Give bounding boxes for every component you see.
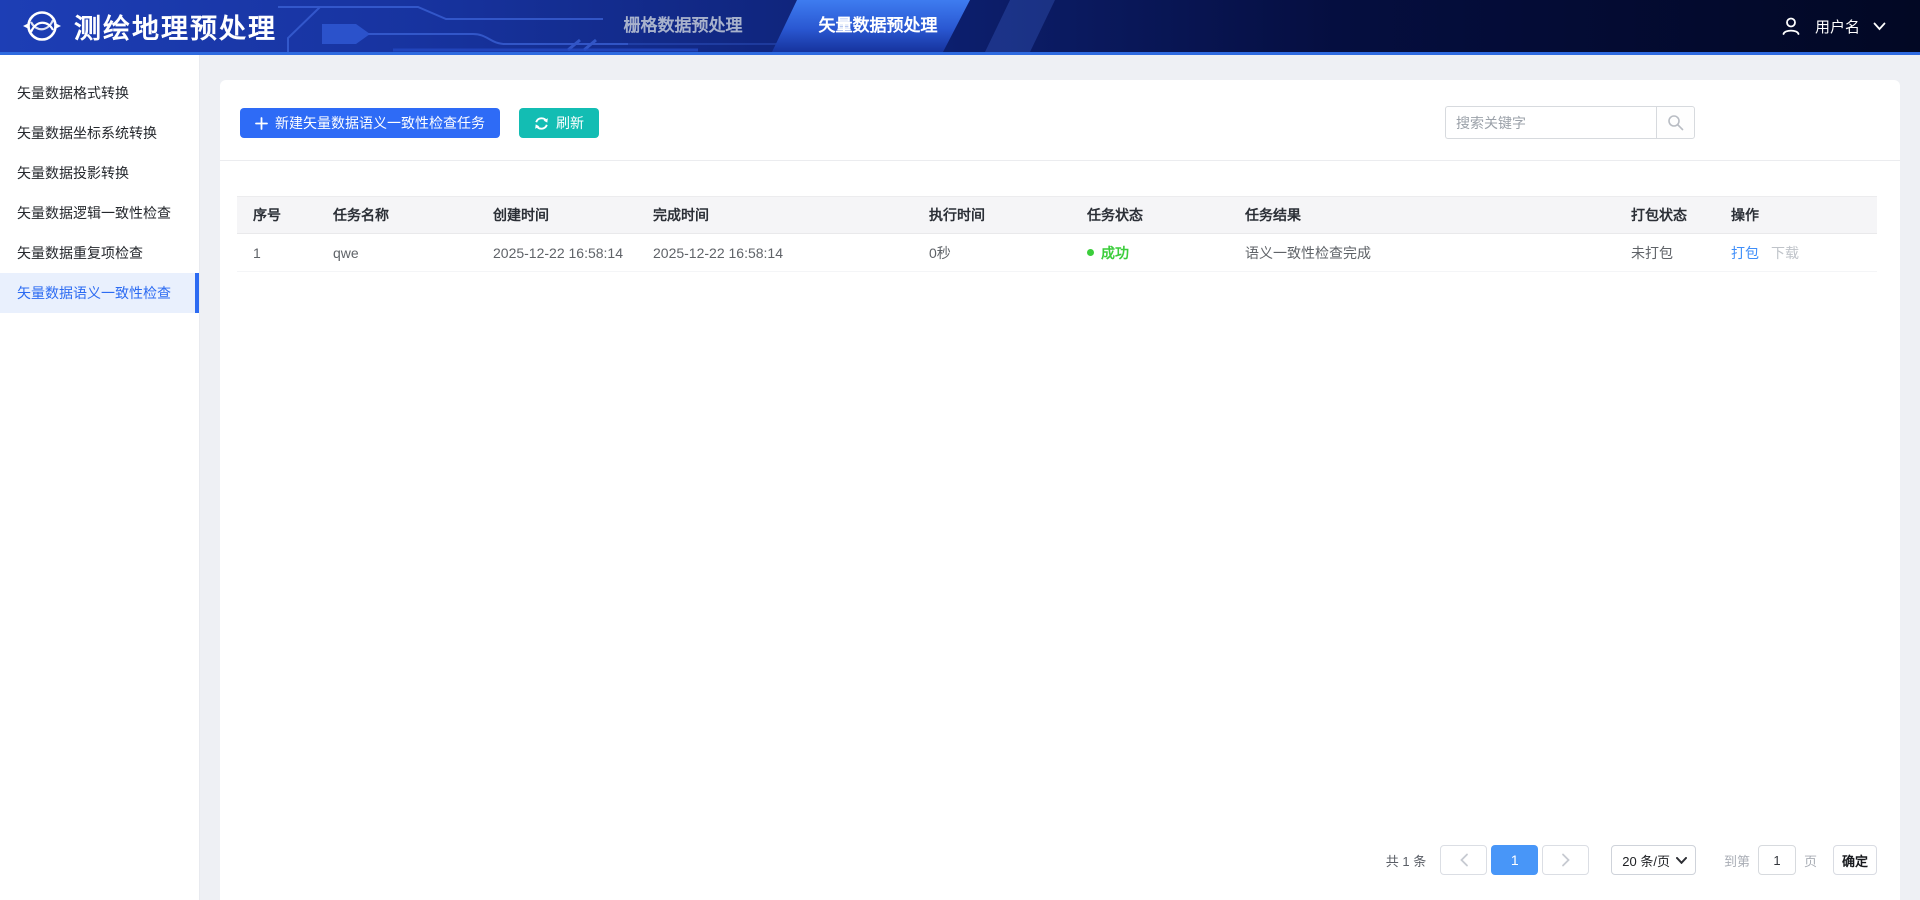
sidebar-item-format-conversion[interactable]: 矢量数据格式转换 bbox=[0, 73, 199, 113]
confirm-button[interactable]: 确定 bbox=[1833, 845, 1877, 875]
chevron-down-icon bbox=[1676, 857, 1687, 864]
chevron-down-icon bbox=[1873, 22, 1886, 31]
tab-vector-preprocessing[interactable]: 矢量数据预处理 bbox=[772, 0, 972, 52]
sidebar-item-coordinate-system-conversion[interactable]: 矢量数据坐标系统转换 bbox=[0, 113, 199, 153]
new-task-button[interactable]: 新建矢量数据语义一致性检查任务 bbox=[240, 108, 500, 138]
status-badge: 成功 bbox=[1101, 243, 1129, 263]
goto-prefix-label: 到第 bbox=[1724, 851, 1750, 870]
package-link[interactable]: 打包 bbox=[1731, 245, 1759, 261]
pagination: 共 1 条 1 20 条/页 到第 页 确定 bbox=[1386, 845, 1877, 875]
new-task-label: 新建矢量数据语义一致性检查任务 bbox=[275, 113, 485, 133]
plus-icon bbox=[255, 117, 268, 130]
cell-created-time: 2025-12-22 16:58:14 bbox=[477, 234, 637, 272]
pagination-prev-button[interactable] bbox=[1440, 845, 1487, 875]
refresh-button[interactable]: 刷新 bbox=[519, 108, 599, 138]
cell-task-name: qwe bbox=[317, 234, 477, 272]
col-index: 序号 bbox=[237, 197, 317, 234]
cell-index: 1 bbox=[237, 234, 317, 272]
search-button[interactable] bbox=[1656, 106, 1695, 139]
refresh-label: 刷新 bbox=[556, 113, 584, 133]
col-duration: 执行时间 bbox=[913, 197, 1071, 234]
tab-raster-preprocessing[interactable]: 栅格数据预处理 bbox=[593, 0, 773, 52]
refresh-icon bbox=[534, 116, 549, 131]
col-task-name: 任务名称 bbox=[317, 197, 477, 234]
pagination-total: 共 1 条 bbox=[1386, 851, 1426, 870]
col-package-state: 打包状态 bbox=[1615, 197, 1715, 234]
user-name: 用户名 bbox=[1815, 16, 1860, 37]
chevron-left-icon bbox=[1459, 853, 1469, 867]
cell-duration: 0秒 bbox=[913, 234, 1071, 272]
goto-suffix-label: 页 bbox=[1804, 851, 1817, 870]
pagination-page-1[interactable]: 1 bbox=[1491, 845, 1538, 875]
pagination-next-button[interactable] bbox=[1542, 845, 1589, 875]
cell-status: 成功 bbox=[1071, 234, 1229, 272]
search-icon bbox=[1667, 114, 1684, 131]
sidebar-nav: 矢量数据格式转换 矢量数据坐标系统转换 矢量数据投影转换 矢量数据逻辑一致性检查… bbox=[0, 55, 200, 900]
sidebar-item-duplicate-check[interactable]: 矢量数据重复项检查 bbox=[0, 233, 199, 273]
task-table-wrap: 序号 任务名称 创建时间 完成时间 执行时间 任务状态 任务结果 打包状态 操作… bbox=[237, 196, 1877, 272]
toolbar-divider bbox=[220, 160, 1900, 161]
search-input[interactable] bbox=[1445, 106, 1656, 139]
table-row: 1 qwe 2025-12-22 16:58:14 2025-12-22 16:… bbox=[237, 234, 1877, 272]
main-panel: 新建矢量数据语义一致性检查任务 刷新 bbox=[220, 80, 1900, 900]
globe-orbit-logo-icon bbox=[22, 6, 62, 46]
cell-actions: 打包下载 bbox=[1715, 234, 1877, 272]
cell-package-state: 未打包 bbox=[1615, 234, 1715, 272]
goto-page-input[interactable] bbox=[1758, 845, 1796, 875]
sidebar-item-projection-conversion[interactable]: 矢量数据投影转换 bbox=[0, 153, 199, 193]
user-menu[interactable]: 用户名 bbox=[1780, 0, 1886, 52]
sidebar-item-semantic-consistency-check[interactable]: 矢量数据语义一致性检查 bbox=[0, 273, 199, 313]
col-result: 任务结果 bbox=[1229, 197, 1615, 234]
table-header-row: 序号 任务名称 创建时间 完成时间 执行时间 任务状态 任务结果 打包状态 操作 bbox=[237, 197, 1877, 234]
page-size-label: 20 条/页 bbox=[1622, 851, 1670, 870]
col-status: 任务状态 bbox=[1071, 197, 1229, 234]
cell-finished-time: 2025-12-22 16:58:14 bbox=[637, 234, 913, 272]
cell-result: 语义一致性检查完成 bbox=[1229, 234, 1615, 272]
chevron-right-icon bbox=[1561, 853, 1571, 867]
task-table: 序号 任务名称 创建时间 完成时间 执行时间 任务状态 任务结果 打包状态 操作… bbox=[237, 196, 1877, 272]
col-finished-time: 完成时间 bbox=[637, 197, 913, 234]
top-header: 测绘地理预处理 栅格数据预处理 矢量数据预处理 用户名 bbox=[0, 0, 1920, 55]
page-size-select[interactable]: 20 条/页 bbox=[1611, 845, 1696, 875]
download-link[interactable]: 下载 bbox=[1771, 245, 1799, 261]
toolbar: 新建矢量数据语义一致性检查任务 刷新 bbox=[240, 108, 599, 138]
col-created-time: 创建时间 bbox=[477, 197, 637, 234]
tab-side-stripe bbox=[985, 0, 1055, 52]
person-icon bbox=[1780, 15, 1802, 37]
status-success-dot bbox=[1087, 249, 1094, 256]
app-title: 测绘地理预处理 bbox=[74, 7, 277, 46]
brand: 测绘地理预处理 bbox=[22, 0, 277, 52]
sidebar-item-logical-consistency-check[interactable]: 矢量数据逻辑一致性检查 bbox=[0, 193, 199, 233]
col-actions: 操作 bbox=[1715, 197, 1877, 234]
search-box bbox=[1445, 106, 1695, 139]
